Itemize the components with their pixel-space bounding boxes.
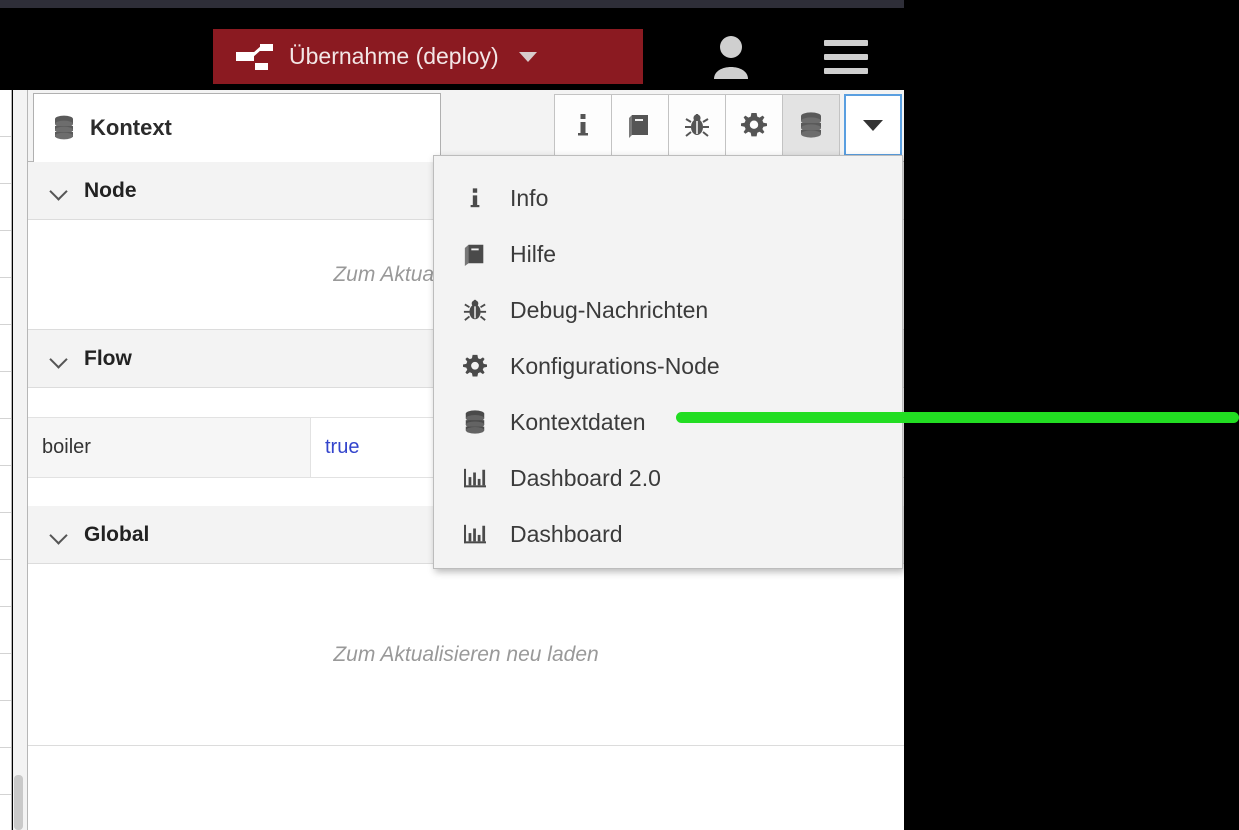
title-bar-strip bbox=[0, 0, 904, 8]
palette-row bbox=[0, 748, 11, 795]
sidebar-tab-kontext[interactable]: Kontext bbox=[33, 93, 441, 162]
section-title: Flow bbox=[84, 346, 132, 370]
palette-row bbox=[0, 560, 11, 607]
book-icon bbox=[458, 242, 492, 266]
database-icon bbox=[458, 409, 492, 435]
toolbar-more-dropdown-button[interactable] bbox=[844, 94, 902, 156]
palette-row bbox=[0, 466, 11, 513]
menu-item-label: Dashboard bbox=[510, 520, 623, 547]
user-menu-button[interactable] bbox=[700, 30, 762, 84]
palette-row bbox=[0, 90, 11, 137]
table-cell-key: boiler bbox=[28, 418, 311, 477]
menu-item-label: Hilfe bbox=[510, 240, 557, 267]
section-title: Node bbox=[84, 178, 137, 202]
palette-row bbox=[0, 278, 11, 325]
deploy-button[interactable]: Übernahme (deploy) bbox=[213, 29, 643, 84]
menu-item-dashboard-2[interactable]: Dashboard 2.0 bbox=[434, 450, 902, 506]
hamburger-menu-icon bbox=[824, 40, 868, 74]
section-title: Global bbox=[84, 522, 150, 546]
sidebar-toolbar bbox=[554, 94, 902, 156]
palette-row bbox=[0, 654, 11, 701]
bar-chart-icon bbox=[458, 523, 492, 545]
menu-item-label: Info bbox=[510, 184, 549, 211]
palette-row bbox=[0, 184, 11, 231]
bug-icon bbox=[458, 298, 492, 322]
deploy-icon bbox=[235, 41, 275, 73]
database-icon bbox=[52, 115, 76, 141]
menu-item-debug-nachrichten[interactable]: Debug-Nachrichten bbox=[434, 282, 902, 338]
menu-item-label: Dashboard 2.0 bbox=[510, 464, 661, 491]
menu-item-label: Konfigurations-Node bbox=[510, 352, 720, 379]
info-icon bbox=[575, 112, 591, 138]
menu-item-info[interactable]: Info bbox=[434, 170, 902, 226]
chevron-down-icon bbox=[50, 350, 68, 368]
sidebar-resize-handle[interactable] bbox=[13, 90, 27, 830]
palette-row bbox=[0, 513, 11, 560]
palette-row bbox=[0, 701, 11, 748]
gear-icon bbox=[458, 354, 492, 378]
database-icon bbox=[798, 111, 824, 139]
app-root: Übernahme (deploy) Kontext Node Zum Flow… bbox=[0, 0, 1239, 830]
menu-item-label: Debug-Nachrichten bbox=[510, 296, 709, 323]
palette-row bbox=[0, 325, 11, 372]
section-body-global: Zum Aktualisieren neu laden bbox=[28, 564, 904, 746]
bug-icon bbox=[684, 112, 710, 138]
deploy-button-label: Übernahme (deploy) bbox=[289, 43, 499, 69]
menu-item-hilfe[interactable]: Hilfe bbox=[434, 226, 902, 282]
palette-row bbox=[0, 607, 11, 654]
node-palette-strip[interactable] bbox=[0, 90, 12, 830]
annotation-highlight-line bbox=[676, 412, 1239, 423]
menu-item-dashboard[interactable]: Dashboard bbox=[434, 506, 902, 562]
main-menu-button[interactable] bbox=[815, 30, 877, 84]
palette-row bbox=[0, 795, 11, 830]
toolbar-help-button[interactable] bbox=[611, 94, 669, 156]
toolbar-context-data-button[interactable] bbox=[782, 94, 840, 156]
caret-down-icon bbox=[863, 119, 883, 131]
app-header: Übernahme (deploy) bbox=[0, 8, 904, 90]
sidebar-tab-strip: Kontext bbox=[28, 90, 904, 162]
gear-icon bbox=[741, 112, 767, 138]
sidebar-tab-label: Kontext bbox=[90, 115, 172, 140]
menu-item-konfigurations-node[interactable]: Konfigurations-Node bbox=[434, 338, 902, 394]
user-icon bbox=[711, 35, 751, 79]
palette-row bbox=[0, 137, 11, 184]
toolbar-info-button[interactable] bbox=[554, 94, 612, 156]
caret-down-icon bbox=[518, 51, 537, 62]
book-icon bbox=[627, 112, 653, 138]
toolbar-config-nodes-button[interactable] bbox=[725, 94, 783, 156]
palette-row bbox=[0, 372, 11, 419]
bar-chart-icon bbox=[458, 467, 492, 489]
chevron-down-icon bbox=[50, 526, 68, 544]
palette-row bbox=[0, 231, 11, 278]
palette-row bbox=[0, 419, 11, 466]
menu-item-label: Kontextdaten bbox=[510, 408, 646, 435]
sidebar-more-dropdown-menu: Info Hilfe Debug-Nachrichten Konfigurati… bbox=[433, 155, 903, 569]
info-icon bbox=[458, 186, 492, 210]
palette-scrollbar-thumb[interactable] bbox=[14, 775, 23, 830]
empty-message: Zum Aktualisieren neu laden bbox=[333, 642, 599, 666]
chevron-down-icon bbox=[50, 182, 68, 200]
toolbar-debug-button[interactable] bbox=[668, 94, 726, 156]
